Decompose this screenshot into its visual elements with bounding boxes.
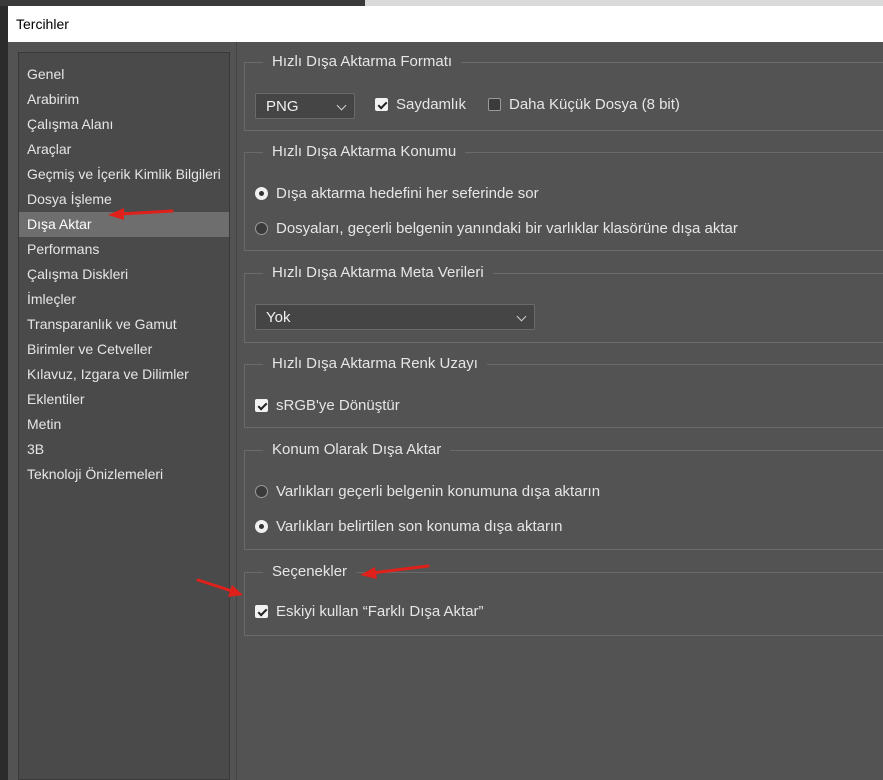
export-last-location-option[interactable]: Varlıkları belirtilen son konuma dışa ak… <box>255 518 563 535</box>
location-assets-folder-radio[interactable] <box>255 222 268 235</box>
sidebar-item-plugins[interactable]: Eklentiler <box>19 387 229 412</box>
sidebar-item-3d[interactable]: 3B <box>19 437 229 462</box>
chevron-down-icon <box>336 100 347 111</box>
location-ask-option[interactable]: Dışa aktarma hedefini her seferinde sor <box>255 185 539 202</box>
options-group: Seçenekler Eskiyi kullan “Farklı Dışa Ak… <box>244 563 883 636</box>
legacy-export-as-label: Eskiyi kullan “Farklı Dışa Aktar” <box>276 603 484 620</box>
smaller-file-option[interactable]: Daha Küçük Dosya (8 bit) <box>488 96 680 113</box>
sidebar-item-export[interactable]: Dışa Aktar <box>19 212 229 237</box>
export-as-location-group: Konum Olarak Dışa Aktar Varlıkları geçer… <box>244 441 883 550</box>
transparency-checkbox[interactable] <box>375 98 388 111</box>
sidebar-item-transparency-gamut[interactable]: Transparanlık ve Gamut <box>19 312 229 337</box>
sidebar-item-tools[interactable]: Araçlar <box>19 137 229 162</box>
window-title: Tercihler <box>16 16 69 32</box>
convert-srgb-option[interactable]: sRGB'ye Dönüştür <box>255 397 400 414</box>
export-current-doc-radio[interactable] <box>255 485 268 498</box>
format-select[interactable]: PNG <box>255 93 355 119</box>
sidebar-item-guides-grid-slices[interactable]: Kılavuz, Izgara ve Dilimler <box>19 362 229 387</box>
sidebar-item-history-credentials[interactable]: Geçmiş ve İçerik Kimlik Bilgileri <box>19 162 229 187</box>
preferences-dialog: Genel Arabirim Çalışma Alanı Araçlar Geç… <box>8 42 883 780</box>
export-last-location-radio[interactable] <box>255 520 268 533</box>
sidebar-item-type[interactable]: Metin <box>19 412 229 437</box>
metadata-select[interactable]: Yok <box>255 304 535 330</box>
sidebar-item-units-rulers[interactable]: Birimler ve Cetveller <box>19 337 229 362</box>
location-ask-label: Dışa aktarma hedefini her seferinde sor <box>276 185 539 202</box>
chevron-down-icon <box>516 311 527 322</box>
sidebar-item-workspace[interactable]: Çalışma Alanı <box>19 112 229 137</box>
sidebar-item-scratch-disks[interactable]: Çalışma Diskleri <box>19 262 229 287</box>
smaller-file-label: Daha Küçük Dosya (8 bit) <box>509 96 680 113</box>
sidebar-item-file-handling[interactable]: Dosya İşleme <box>19 187 229 212</box>
export-last-location-label: Varlıkları belirtilen son konuma dışa ak… <box>276 518 563 535</box>
export-current-doc-label: Varlıkları geçerli belgenin konumuna dış… <box>276 483 601 500</box>
export-current-doc-option[interactable]: Varlıkları geçerli belgenin konumuna dış… <box>255 483 600 500</box>
sidebar-item-cursors[interactable]: İmleçler <box>19 287 229 312</box>
legacy-export-as-checkbox[interactable] <box>255 605 268 618</box>
quick-export-location-group: Hızlı Dışa Aktarma Konumu Dışa aktarma h… <box>244 143 883 251</box>
sidebar-item-general[interactable]: Genel <box>19 62 229 87</box>
convert-srgb-label: sRGB'ye Dönüştür <box>276 397 400 414</box>
quick-export-metadata-legend: Hızlı Dışa Aktarma Meta Verileri <box>263 264 493 281</box>
format-select-value: PNG <box>266 98 299 115</box>
quick-export-format-group: Hızlı Dışa Aktarma Formatı PNG Saydamlık… <box>244 53 883 131</box>
preferences-content: Hızlı Dışa Aktarma Formatı PNG Saydamlık… <box>236 42 883 780</box>
transparency-option[interactable]: Saydamlık <box>375 96 466 113</box>
sidebar-item-performance[interactable]: Performans <box>19 237 229 262</box>
title-bar: Tercihler <box>8 6 883 42</box>
options-legend: Seçenekler <box>263 563 357 580</box>
location-assets-folder-label: Dosyaları, geçerli belgenin yanındaki bi… <box>276 220 738 237</box>
convert-srgb-checkbox[interactable] <box>255 399 268 412</box>
location-assets-folder-option[interactable]: Dosyaları, geçerli belgenin yanındaki bi… <box>255 220 738 237</box>
quick-export-location-legend: Hızlı Dışa Aktarma Konumu <box>263 143 466 160</box>
sidebar-item-technology-previews[interactable]: Teknoloji Önizlemeleri <box>19 462 229 487</box>
quick-export-format-legend: Hızlı Dışa Aktarma Formatı <box>263 53 462 70</box>
transparency-label: Saydamlık <box>396 96 467 113</box>
metadata-select-value: Yok <box>266 309 291 326</box>
sidebar-item-interface[interactable]: Arabirim <box>19 87 229 112</box>
quick-export-color-space-legend: Hızlı Dışa Aktarma Renk Uzayı <box>263 355 487 372</box>
location-ask-radio[interactable] <box>255 187 268 200</box>
quick-export-color-space-group: Hızlı Dışa Aktarma Renk Uzayı sRGB'ye Dö… <box>244 355 883 428</box>
legacy-export-as-option[interactable]: Eskiyi kullan “Farklı Dışa Aktar” <box>255 603 484 620</box>
preferences-sidebar: Genel Arabirim Çalışma Alanı Araçlar Geç… <box>18 52 230 780</box>
export-as-location-legend: Konum Olarak Dışa Aktar <box>263 441 451 458</box>
smaller-file-checkbox[interactable] <box>488 98 501 111</box>
quick-export-metadata-group: Hızlı Dışa Aktarma Meta Verileri Yok <box>244 264 883 343</box>
